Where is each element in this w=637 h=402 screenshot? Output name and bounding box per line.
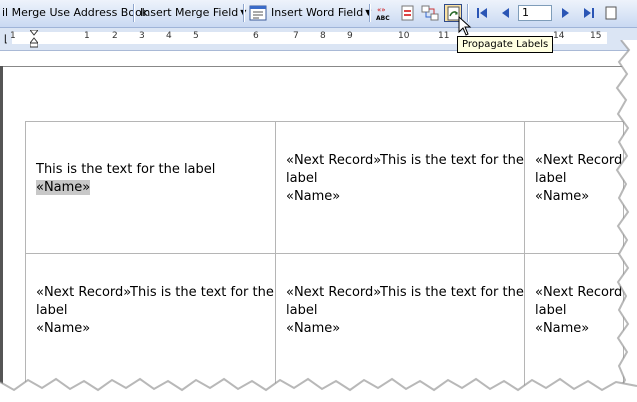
name-merge-field[interactable]: «Name» — [36, 321, 90, 336]
ruler-number: 14 — [553, 31, 565, 41]
label-line: This is the text for the label — [36, 162, 216, 177]
match-fields-icon[interactable] — [421, 4, 439, 22]
record-number-input[interactable]: 1 — [518, 5, 552, 21]
label-text: «Next Record»This is the text for the la… — [36, 284, 274, 338]
ruler-number: 15 — [590, 31, 602, 41]
label-line: «Next Record»This is the text for the — [286, 285, 524, 300]
label-text: «Next Record»This is the text for the la… — [286, 284, 524, 338]
page-top-edge — [3, 66, 623, 67]
name-merge-field[interactable]: «Name» — [286, 321, 340, 336]
find-entry-icon[interactable] — [603, 4, 621, 22]
propagate-labels-tooltip: Propagate Labels — [457, 36, 554, 53]
use-address-book-button[interactable]: il Merge Use Address Book — [2, 6, 148, 19]
ruler-number: 9 — [347, 31, 353, 41]
ruler-number: 1 — [84, 31, 90, 41]
ruler-number: 2 — [112, 31, 118, 41]
name-merge-field[interactable]: «Name» — [535, 189, 589, 204]
svg-text:ABC: ABC — [376, 15, 390, 22]
mouse-pointer-icon — [458, 16, 472, 36]
next-record-icon[interactable] — [557, 4, 575, 22]
ruler-number: 5 — [193, 31, 199, 41]
name-merge-field[interactable]: «Name» — [36, 180, 91, 195]
torn-edge-right — [615, 40, 637, 402]
ruler-number: 8 — [320, 31, 326, 41]
insert-merge-field-label: Insert Merge Field — [140, 6, 239, 19]
label-cell[interactable]: «Next Record»This is the text for the la… — [275, 121, 525, 254]
ruler-number: 10 — [398, 31, 410, 41]
insert-word-field-icon — [249, 4, 267, 22]
label-line: «Next Record»This is the text for the — [36, 285, 274, 300]
tab-selector-icon[interactable]: ⌊ — [4, 34, 8, 45]
mail-merge-toolbar: il Merge Use Address Book Insert Merge F… — [0, 0, 637, 28]
label-cell[interactable]: «Next Record»This is the text for the la… — [25, 253, 276, 393]
view-merged-data-icon[interactable]: «» ABC — [375, 4, 393, 22]
label-line: label — [535, 171, 567, 186]
first-record-icon[interactable] — [473, 4, 491, 22]
label-cell[interactable]: This is the text for the label «Name» — [25, 121, 276, 254]
label-line: label — [286, 303, 318, 318]
toolbar-separator — [133, 4, 135, 22]
ruler-number: 7 — [293, 31, 299, 41]
ruler-number: 1 — [10, 31, 16, 41]
ruler-number: 11 — [438, 31, 450, 41]
svg-text:«»: «» — [377, 6, 386, 14]
insert-merge-field-button[interactable]: Insert Merge Field▼ — [140, 6, 246, 19]
toolbar-separator — [243, 4, 245, 22]
label-text: This is the text for the label «Name» — [36, 161, 215, 197]
ruler-number: 6 — [253, 31, 259, 41]
insert-word-field-label: Insert Word Field — [271, 6, 364, 19]
last-record-icon[interactable] — [580, 4, 598, 22]
previous-record-icon[interactable] — [496, 4, 514, 22]
label-line: label — [286, 171, 318, 186]
label-line: «Next Record»This is the text for the — [286, 153, 524, 168]
label-cell[interactable]: «Next Record»This is the text for the la… — [275, 253, 525, 393]
name-merge-field[interactable]: «Name» — [286, 189, 340, 204]
label-line: label — [535, 303, 567, 318]
insert-word-field-button[interactable]: Insert Word Field▼ — [271, 6, 371, 19]
toolbar-separator — [369, 4, 371, 22]
torn-edge-bottom — [0, 377, 637, 402]
ruler-number: 3 — [139, 31, 145, 41]
label-text: «Next Record»This is the text for the la… — [286, 152, 524, 206]
indent-marker-icon[interactable] — [30, 30, 38, 48]
name-merge-field[interactable]: «Name» — [535, 321, 589, 336]
page-left-edge — [0, 66, 3, 386]
ruler-number: 4 — [166, 31, 172, 41]
highlight-fields-icon[interactable] — [398, 4, 416, 22]
label-line: label — [36, 303, 68, 318]
